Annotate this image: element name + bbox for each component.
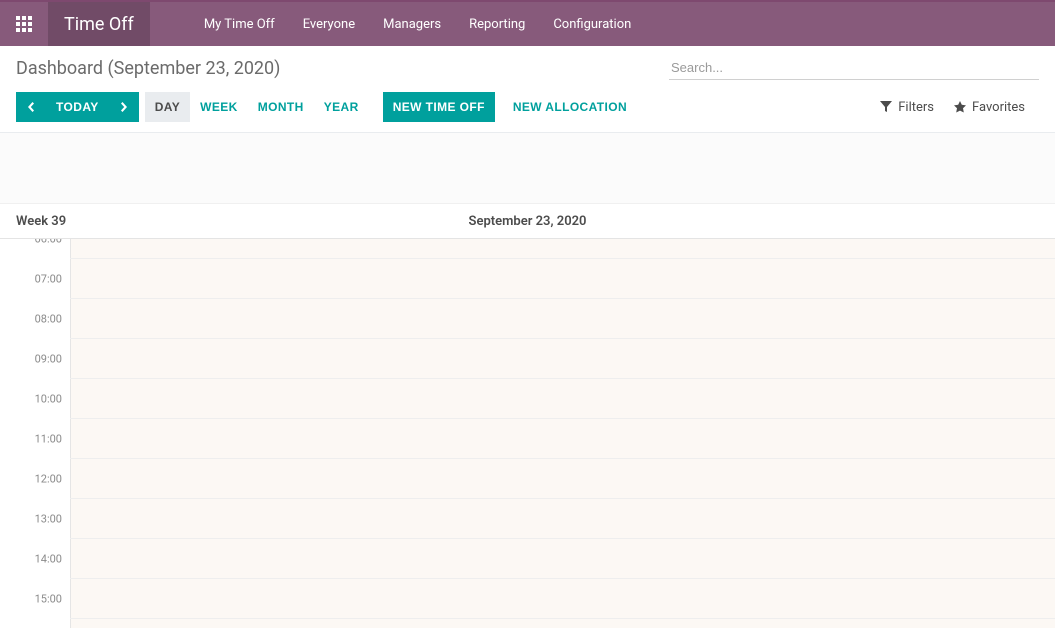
calendar-grid[interactable] (70, 239, 1055, 628)
page-title: Dashboard (September 23, 2020) (16, 56, 280, 79)
view-day-button[interactable]: DAY (145, 92, 190, 122)
prev-button[interactable] (16, 92, 46, 122)
time-label: 15:00 (35, 593, 62, 606)
menu-reporting[interactable]: Reporting (455, 2, 539, 46)
menu-configuration[interactable]: Configuration (539, 2, 645, 46)
time-label: 12:00 (35, 473, 62, 486)
hour-slot[interactable] (70, 499, 1055, 539)
time-label: 11:00 (35, 433, 62, 446)
filters-label: Filters (898, 100, 934, 115)
hour-slot[interactable] (70, 619, 1055, 628)
apps-button[interactable] (0, 2, 48, 46)
apps-grid-icon (16, 16, 32, 32)
hour-slot[interactable] (70, 459, 1055, 499)
time-label: 13:00 (35, 513, 62, 526)
time-label: 09:00 (35, 353, 62, 366)
control-panel: Dashboard (September 23, 2020) TODAY DAY… (0, 46, 1055, 133)
time-label: 14:00 (35, 553, 62, 566)
app-brand[interactable]: Time Off (48, 2, 150, 46)
view-month-button[interactable]: MONTH (248, 92, 314, 122)
menu-managers[interactable]: Managers (369, 2, 455, 46)
time-label: 08:00 (35, 313, 62, 326)
view-year-button[interactable]: YEAR (314, 92, 369, 122)
hour-slot[interactable] (70, 339, 1055, 379)
today-button[interactable]: TODAY (46, 92, 109, 122)
favorites-label: Favorites (972, 100, 1025, 115)
favorites-button[interactable]: Favorites (954, 100, 1025, 115)
arrow-right-icon (119, 102, 129, 112)
hour-slot[interactable] (70, 539, 1055, 579)
time-label: 06:00 (35, 239, 62, 246)
time-column: 06:00 07:00 08:00 09:00 10:00 11:00 12:0… (0, 239, 70, 628)
week-label: Week 39 (0, 214, 70, 229)
hour-slot[interactable] (70, 379, 1055, 419)
menu-everyone[interactable]: Everyone (289, 2, 369, 46)
calendar-body[interactable]: 06:00 07:00 08:00 09:00 10:00 11:00 12:0… (0, 239, 1055, 628)
navbar: Time Off My Time Off Everyone Managers R… (0, 2, 1055, 46)
time-label: 07:00 (35, 273, 62, 286)
new-time-off-button[interactable]: NEW TIME OFF (383, 92, 495, 122)
search-bar[interactable] (669, 56, 1039, 80)
search-input[interactable] (669, 56, 1039, 79)
calendar-header: Week 39 September 23, 2020 (0, 203, 1055, 239)
view-week-button[interactable]: WEEK (190, 92, 248, 122)
hour-slot[interactable] (70, 239, 1055, 259)
main-menu: My Time Off Everyone Managers Reporting … (190, 2, 645, 46)
hour-slot[interactable] (70, 579, 1055, 619)
new-allocation-button[interactable]: NEW ALLOCATION (503, 92, 637, 122)
filter-icon (880, 101, 892, 113)
date-label: September 23, 2020 (70, 214, 985, 229)
menu-my-time-off[interactable]: My Time Off (190, 2, 289, 46)
time-label: 10:00 (35, 393, 62, 406)
hour-slot[interactable] (70, 259, 1055, 299)
hour-slot[interactable] (70, 299, 1055, 339)
arrow-left-icon (26, 102, 36, 112)
summary-band (0, 133, 1055, 203)
filters-button[interactable]: Filters (880, 100, 934, 115)
next-button[interactable] (109, 92, 139, 122)
hour-slot[interactable] (70, 419, 1055, 459)
star-icon (954, 101, 966, 113)
